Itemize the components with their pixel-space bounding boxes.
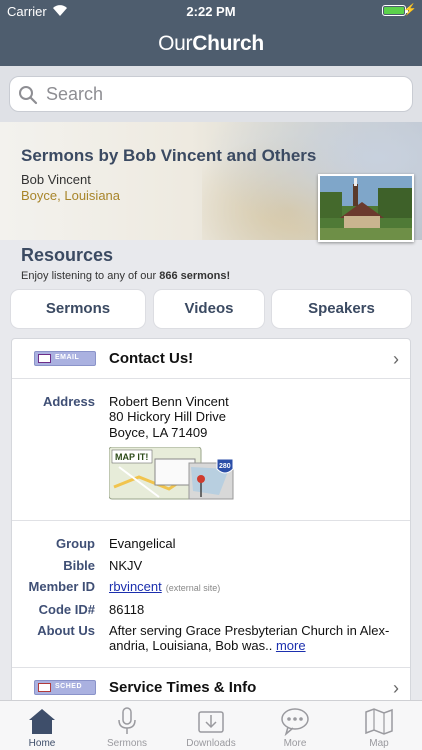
microphone-icon — [118, 707, 136, 734]
app-title-bold: Church — [192, 32, 264, 55]
map-it-button[interactable]: MAP IT! 280 — [108, 446, 235, 501]
church-location: Boyce, Louisiana — [21, 188, 121, 203]
chevron-right-icon: › — [393, 349, 399, 369]
more-link[interactable]: more — [276, 638, 306, 653]
tab-home-label: Home — [28, 738, 56, 749]
tab-downloads-label: Downloads — [186, 738, 236, 749]
email-tag-label: EMAIL — [55, 354, 80, 361]
map-it-label: MAP IT! — [115, 452, 148, 462]
app-title-light: Our — [158, 32, 193, 55]
sermons-button[interactable]: Sermons — [11, 290, 145, 328]
about-us-label: About Us — [37, 623, 95, 638]
member-id-label: Member ID — [28, 579, 95, 594]
sched-tag-label: SCHED — [55, 683, 83, 690]
contact-us-row[interactable]: EMAIL Contact Us! › — [12, 339, 410, 379]
charging-icon: ⚡ — [403, 4, 417, 16]
tab-map[interactable]: Map — [337, 701, 421, 750]
envelope-icon — [38, 354, 51, 363]
resources-heading: Resources — [21, 245, 114, 265]
search-input[interactable] — [46, 80, 396, 108]
status-bar: Carrier 2:22 PM ⚡ — [0, 0, 422, 22]
pastor-name: Bob Vincent — [21, 172, 91, 187]
sched-tag: SCHED — [34, 680, 96, 695]
group-label: Group — [56, 536, 95, 551]
church-photo[interactable] — [318, 174, 414, 242]
code-id-label: Code ID# — [38, 602, 95, 617]
about-us-text: andria, Louisiana, Bob was.. — [109, 638, 276, 653]
clock: 2:22 PM — [186, 4, 236, 19]
app-header: OurChurch — [0, 22, 422, 66]
home-icon — [29, 709, 55, 734]
tab-sermons-label: Sermons — [106, 738, 147, 749]
route-shield-label: 280 — [219, 463, 231, 470]
resources-section: Resources Enjoy listening to any of our … — [21, 245, 230, 282]
videos-button[interactable]: Videos — [154, 290, 264, 328]
map-icon — [365, 708, 393, 735]
search-icon — [19, 86, 38, 105]
about-us-line-2: andria, Louisiana, Bob was.. more — [109, 638, 306, 653]
bible-value: NKJV — [109, 558, 143, 573]
address-line-3: Boyce, LA 71409 — [109, 425, 208, 440]
member-id-value: rbvincent (external site) — [109, 579, 220, 594]
service-times-label: Service Times & Info — [109, 679, 257, 696]
address-line-2: 80 Hickory Hill Drive — [109, 409, 227, 424]
church-image — [320, 176, 412, 240]
contact-us-label: Contact Us! — [109, 350, 194, 367]
sermon-count: 866 sermons! — [159, 270, 231, 282]
email-tag: EMAIL — [34, 351, 96, 366]
chevron-right-icon: › — [393, 678, 399, 698]
speakers-button[interactable]: Speakers — [272, 290, 411, 328]
banner-title: Sermons by Bob Vincent and Others — [21, 146, 317, 165]
tab-bar: Home Sermons Downloads More Map — [0, 700, 422, 750]
map-thumbnail: MAP IT! 280 — [108, 446, 234, 500]
search-bar — [0, 66, 422, 122]
tab-more[interactable]: More — [253, 701, 337, 750]
download-icon — [198, 711, 224, 733]
tab-sermons[interactable]: Sermons — [85, 701, 169, 750]
chat-bubble-icon — [281, 708, 309, 736]
external-site-note: (external site) — [165, 583, 221, 593]
resources-subtitle: Enjoy listening to any of our 866 sermon… — [21, 270, 230, 282]
divider — [12, 520, 410, 521]
bible-label: Bible — [63, 558, 95, 573]
member-id-link[interactable]: rbvincent — [109, 579, 162, 594]
code-id-value: 86118 — [109, 602, 145, 617]
search-field[interactable] — [9, 76, 413, 112]
tab-home[interactable]: Home — [0, 701, 84, 750]
group-value: Evangelical — [109, 536, 176, 551]
address-line-1: Robert Benn Vincent — [109, 394, 229, 409]
address-label: Address — [42, 394, 95, 409]
calendar-icon — [38, 683, 51, 692]
tab-map-label: Map — [369, 738, 389, 749]
tab-more-label: More — [283, 738, 307, 749]
church-info-card: EMAIL Contact Us! › Address Robert Benn … — [11, 338, 411, 718]
resources-subtitle-text: Enjoy listening to any of our — [21, 270, 160, 282]
tab-downloads[interactable]: Downloads — [169, 701, 253, 750]
about-us-line-1: After serving Grace Presbyterian Church … — [109, 623, 390, 638]
